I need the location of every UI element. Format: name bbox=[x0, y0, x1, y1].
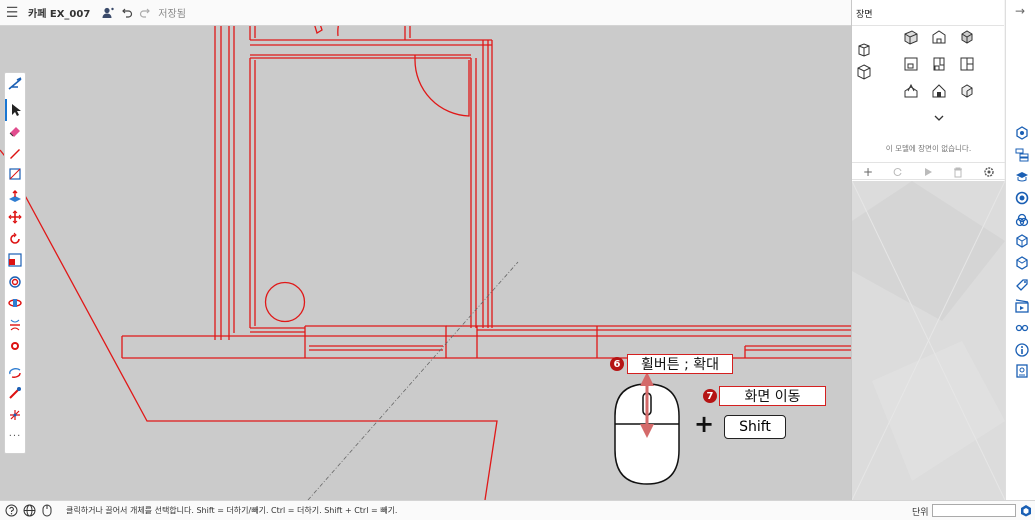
scene-settings-icon[interactable] bbox=[982, 165, 996, 179]
units-input[interactable] bbox=[932, 504, 1016, 517]
display-icon[interactable] bbox=[1014, 320, 1030, 336]
move-tool[interactable] bbox=[5, 207, 25, 229]
app-window: ☰ 카페 EX_007 저장됨 ··· 6 휠버튼 ; 확대 7 화면 이동 +… bbox=[0, 0, 1035, 520]
expand-views-icon[interactable] bbox=[931, 110, 947, 126]
entity-info-icon[interactable] bbox=[1014, 125, 1030, 141]
3d-warehouse-icon[interactable] bbox=[1014, 255, 1030, 271]
tags-icon[interactable] bbox=[1014, 277, 1030, 293]
tape-measure-tool[interactable] bbox=[5, 383, 25, 405]
perspective-icon[interactable] bbox=[856, 64, 872, 80]
right-view-icon[interactable] bbox=[959, 29, 975, 45]
panel-title: 장면 bbox=[852, 0, 1004, 26]
play-icon[interactable] bbox=[921, 165, 935, 179]
status-hint: 클릭하거나 끌어서 개체를 선택합니다. Shift = 더하기/빼기. Ctr… bbox=[66, 506, 398, 515]
axes-tool[interactable] bbox=[5, 404, 25, 426]
iso-view-icon[interactable] bbox=[856, 42, 872, 58]
solid-tools-icon[interactable] bbox=[1014, 233, 1030, 249]
materials-icon[interactable] bbox=[1014, 190, 1030, 206]
iso-front-icon[interactable] bbox=[903, 83, 919, 99]
scenes-icon[interactable] bbox=[1014, 298, 1030, 314]
delete-scene-icon[interactable] bbox=[951, 165, 965, 179]
components-icon[interactable] bbox=[1014, 212, 1030, 228]
redo-icon[interactable] bbox=[139, 7, 151, 18]
wheel-step-badge: 6 bbox=[610, 357, 624, 371]
right-tray: → bbox=[1005, 0, 1035, 500]
offset-tool[interactable] bbox=[5, 271, 25, 293]
pan-step-badge: 7 bbox=[703, 389, 717, 403]
paint-bucket-tool[interactable] bbox=[5, 336, 25, 358]
wheel-zoom-label: 휠버튼 ; 확대 bbox=[627, 354, 733, 374]
back-view-icon[interactable] bbox=[903, 56, 919, 72]
orbit-tool[interactable] bbox=[5, 361, 25, 383]
scale-tool[interactable] bbox=[5, 250, 25, 272]
follow-me-tool[interactable] bbox=[5, 293, 25, 315]
save-status: 저장됨 bbox=[158, 9, 186, 20]
rotate-tool[interactable] bbox=[5, 228, 25, 250]
extensions-icon[interactable] bbox=[1014, 363, 1030, 379]
pencil-tool[interactable] bbox=[5, 142, 25, 164]
shift-key: Shift bbox=[724, 415, 786, 439]
plus-sign: + bbox=[694, 410, 715, 438]
top-view-icon[interactable] bbox=[903, 29, 919, 45]
empty-scenes-message: 이 모델에 장면이 없습니다. bbox=[885, 144, 972, 153]
help-icon[interactable] bbox=[2, 502, 20, 520]
instructor-icon[interactable] bbox=[1014, 169, 1030, 185]
model-info-icon[interactable] bbox=[1014, 342, 1030, 358]
iso-house-icon[interactable] bbox=[931, 83, 947, 99]
menu-icon[interactable]: ☰ bbox=[0, 5, 24, 21]
mouse-icon bbox=[38, 502, 56, 520]
push-pull-tool[interactable] bbox=[5, 185, 25, 207]
add-scene-icon[interactable]: + bbox=[861, 165, 875, 179]
collapse-tray-icon[interactable]: → bbox=[1015, 4, 1025, 18]
top-bar: ☰ 카페 EX_007 저장됨 bbox=[0, 0, 851, 26]
flip-tool[interactable] bbox=[5, 314, 25, 336]
model-title[interactable]: 카페 EX_007 bbox=[28, 5, 90, 20]
sketchup-logo-icon bbox=[1020, 504, 1032, 519]
outliner-icon[interactable] bbox=[1014, 147, 1030, 163]
scene-actions: + bbox=[852, 162, 1005, 180]
left-toolbar: ··· bbox=[4, 72, 26, 454]
eraser-tool[interactable] bbox=[5, 121, 25, 143]
undo-icon[interactable] bbox=[122, 7, 133, 18]
user-icon[interactable] bbox=[102, 7, 114, 19]
iso-right-icon[interactable] bbox=[959, 83, 975, 99]
bottom-view-icon[interactable] bbox=[959, 56, 975, 72]
status-bar: 클릭하거나 끌어서 개체를 선택합니다. Shift = 더하기/빼기. Ctr… bbox=[0, 500, 1035, 520]
modeling-viewport[interactable]: ··· 6 휠버튼 ; 확대 7 화면 이동 + Shift bbox=[0, 26, 851, 500]
scenes-panel: 장면 이 모델에 장면이 없습니다. + bbox=[851, 0, 1005, 500]
front-view-icon[interactable] bbox=[931, 29, 947, 45]
globe-icon[interactable] bbox=[20, 502, 38, 520]
select-tool-button[interactable] bbox=[5, 73, 25, 95]
standard-views bbox=[852, 26, 1005, 136]
more-tools-icon[interactable]: ··· bbox=[5, 426, 25, 448]
units-label: 단위 bbox=[912, 508, 929, 518]
left-view-icon[interactable] bbox=[931, 56, 947, 72]
pan-label: 화면 이동 bbox=[719, 386, 826, 406]
panel-background bbox=[852, 181, 1005, 500]
refresh-scene-icon[interactable] bbox=[891, 165, 905, 179]
rectangle-tool[interactable] bbox=[5, 164, 25, 186]
select-tool[interactable] bbox=[5, 99, 25, 121]
